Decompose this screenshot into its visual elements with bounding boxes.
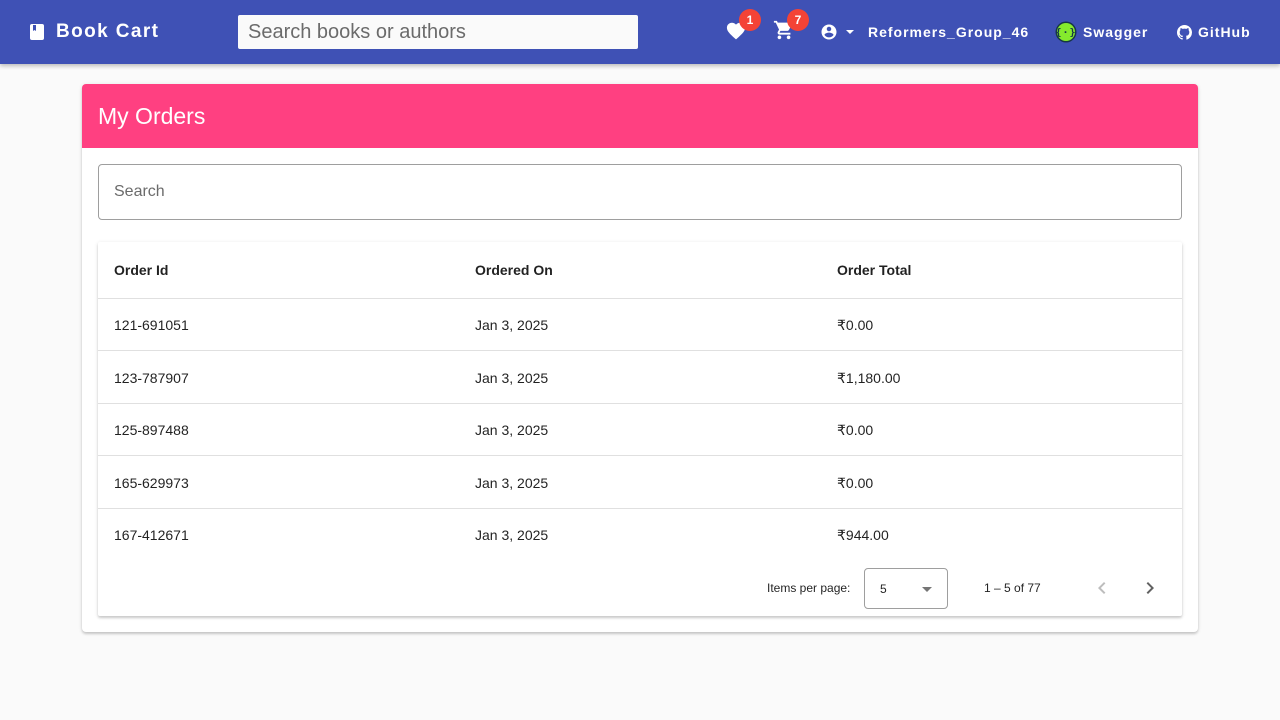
order-total-cell: ₹0.00	[837, 316, 874, 333]
cart-button[interactable]: 7	[772, 9, 809, 44]
svg-text:{·}: {·}	[1055, 28, 1076, 39]
ordered-on-cell: Jan 3, 2025	[475, 422, 549, 438]
top-toolbar: Book Cart 1 7 Reformers_Group_46 {·} Swa…	[0, 0, 1280, 64]
order-id-cell: 125-897488	[114, 422, 189, 438]
order-total-cell: ₹1,180.00	[837, 369, 901, 386]
page-title: My Orders	[98, 102, 206, 129]
account-circle-icon	[820, 23, 838, 46]
page-size-select[interactable]: 5	[864, 568, 948, 609]
ordered-on-cell: Jan 3, 2025	[475, 370, 549, 386]
ordered-on-cell: Jan 3, 2025	[475, 527, 549, 543]
ordered-on-cell: Jan 3, 2025	[475, 475, 549, 491]
table-header-row: Order Id Ordered On Order Total	[98, 242, 1182, 299]
table-row[interactable]: 121-691051 Jan 3, 2025 ₹0.00	[98, 299, 1182, 351]
wishlist-button[interactable]: 1	[724, 9, 761, 44]
dropdown-arrow-icon	[922, 587, 932, 592]
next-page-button[interactable]	[1130, 568, 1170, 608]
order-id-cell: 121-691051	[114, 317, 189, 333]
github-icon	[1177, 24, 1192, 40]
swagger-link[interactable]: {·} Swagger	[1055, 0, 1148, 64]
order-id-cell: 165-629973	[114, 475, 189, 491]
items-per-page-label: Items per page:	[767, 581, 851, 595]
my-orders-card: My Orders Order Id Ordered On Order Tota…	[82, 84, 1198, 632]
paginator: Items per page: 5 1 – 5 of 77	[98, 560, 1182, 616]
brand-title: Book Cart	[56, 21, 160, 42]
ordered-on-cell: Jan 3, 2025	[475, 317, 549, 333]
column-header-order-total[interactable]: Order Total	[837, 242, 911, 298]
github-link[interactable]: GitHub	[1177, 0, 1251, 64]
chevron-down-icon	[846, 30, 854, 34]
order-total-cell: ₹0.00	[837, 474, 874, 491]
github-label: GitHub	[1198, 24, 1251, 40]
orders-search-input[interactable]	[98, 164, 1182, 220]
page-size-value: 5	[880, 581, 887, 596]
order-total-cell: ₹0.00	[837, 421, 874, 438]
cart-count-badge: 7	[787, 9, 809, 31]
order-id-cell: 123-787907	[114, 370, 189, 386]
column-header-order-id[interactable]: Order Id	[114, 242, 168, 298]
table-row[interactable]: 165-629973 Jan 3, 2025 ₹0.00	[98, 457, 1182, 509]
column-header-ordered-on[interactable]: Ordered On	[475, 242, 553, 298]
orders-table: Order Id Ordered On Order Total 121-6910…	[98, 242, 1182, 616]
username-label: Reformers_Group_46	[868, 24, 1030, 40]
user-menu-button[interactable]: Reformers_Group_46	[820, 0, 1029, 64]
chevron-left-icon	[1090, 576, 1114, 600]
chevron-right-icon	[1138, 576, 1162, 600]
table-row[interactable]: 125-897488 Jan 3, 2025 ₹0.00	[98, 404, 1182, 456]
table-row[interactable]: 167-412671 Jan 3, 2025 ₹944.00	[98, 509, 1182, 561]
order-total-cell: ₹944.00	[837, 526, 889, 543]
book-icon	[30, 24, 46, 40]
page-range-label: 1 – 5 of 77	[984, 581, 1041, 595]
swagger-label: Swagger	[1083, 24, 1149, 40]
card-header: My Orders	[82, 84, 1198, 148]
table-row[interactable]: 123-787907 Jan 3, 2025 ₹1,180.00	[98, 352, 1182, 404]
swagger-icon: {·}	[1055, 21, 1077, 43]
order-id-cell: 167-412671	[114, 527, 189, 543]
book-search-input[interactable]	[238, 15, 638, 49]
wishlist-count-badge: 1	[739, 9, 761, 31]
brand-link[interactable]: Book Cart	[30, 0, 159, 64]
previous-page-button[interactable]	[1082, 568, 1122, 608]
